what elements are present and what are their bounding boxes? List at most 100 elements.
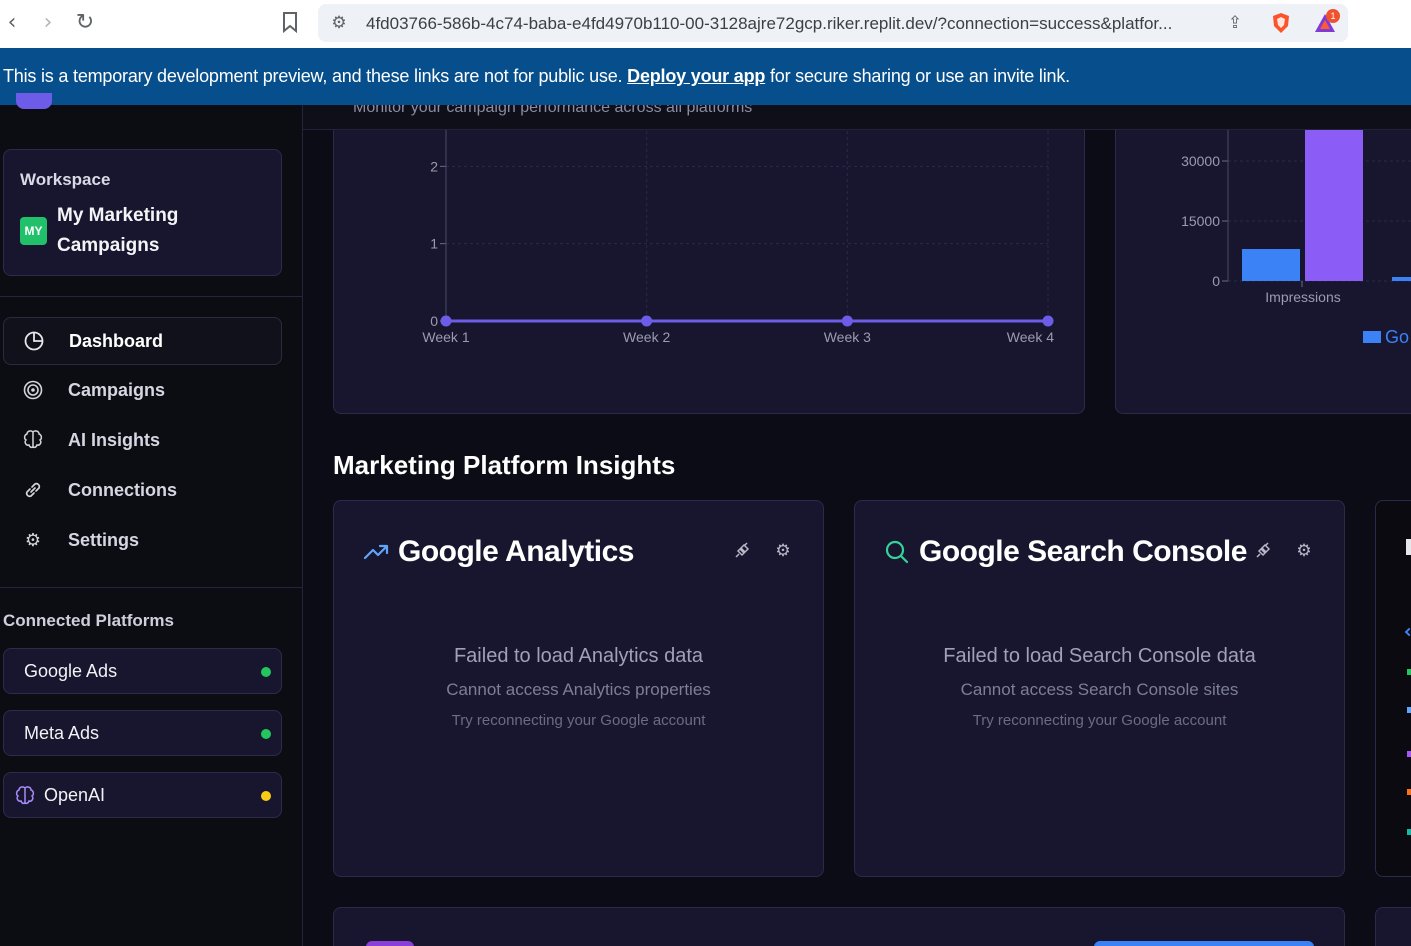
gear-icon[interactable]: ⚙ (772, 540, 794, 562)
y-tick-label: 2 (430, 158, 438, 174)
banner-text: This is a temporary development preview,… (3, 66, 628, 86)
browser-toolbar: ‹ › ↻ ⚙ 4fd03766-586b-4c74-baba-e4fd4970… (0, 0, 1411, 48)
sidebar-divider (0, 587, 302, 588)
indicator-icon (1407, 707, 1411, 713)
x-tick-label: Week 2 (623, 329, 670, 345)
indicator-icon (1407, 669, 1411, 675)
trending-up-icon (362, 539, 390, 567)
status-dot (261, 791, 271, 801)
sidebar-item-label: Connections (68, 480, 178, 500)
card-icon-badge (366, 941, 414, 946)
sidebar-divider (0, 296, 302, 297)
sidebar-item-label: AI Insights (68, 430, 161, 450)
y-tick-label: 1 (430, 236, 438, 252)
chevron-icon (1404, 627, 1411, 637)
bar (1392, 277, 1411, 281)
y-tick-label: 0 (430, 313, 438, 329)
third-insight-card (1375, 500, 1411, 877)
reconnect-plug-icon[interactable] (1253, 540, 1275, 562)
error-detail: Cannot access Analytics properties (446, 680, 711, 699)
google-analytics-card: Google Analytics ⚙ Failed to load Analyt… (333, 500, 824, 877)
banner-text-end: for secure sharing or use an invite link… (765, 66, 1070, 86)
y-tick-label: 15000 (1181, 213, 1220, 229)
workspace-selector[interactable]: Workspace MY My Marketing Campaigns (3, 149, 282, 276)
bottom-card (333, 907, 1345, 946)
platform-openai[interactable]: OpenAI (3, 772, 282, 818)
platform-google-ads[interactable]: Google Ads (3, 648, 282, 694)
workspace-name: My Marketing Campaigns (57, 205, 179, 256)
dev-preview-banner: This is a temporary development preview,… (0, 48, 1411, 105)
app-logo (16, 93, 52, 109)
status-dot (261, 667, 271, 677)
url-text: 4fd03766-586b-4c74-baba-e4fd4970b110-00-… (366, 14, 1173, 33)
card-title: Google Analytics (398, 535, 634, 568)
x-tick-label: Week 1 (422, 329, 469, 345)
link-icon (21, 479, 45, 503)
card-title-fragment (1406, 539, 1411, 555)
platform-bar-chart-card: 0 15000 30000 Impressions Go (1115, 130, 1411, 414)
indicator-icon (1407, 789, 1411, 795)
target-icon (21, 379, 45, 403)
data-point (641, 315, 653, 327)
error-message: Failed to load Analytics data (453, 645, 704, 667)
line-chart: 0123Week 1Week 2Week 3Week 4 (422, 130, 1054, 345)
x-tick-label: Week 4 (1007, 329, 1054, 345)
sidebar-item-settings[interactable]: ⚙ Settings (3, 517, 282, 565)
page-header: Monitor your campaign performance across… (303, 105, 1411, 130)
indicator-icon (1407, 829, 1411, 835)
workspace-avatar: MY (20, 217, 47, 245)
page-subtitle: Monitor your campaign performance across… (353, 105, 753, 116)
sidebar-item-connections[interactable]: Connections (3, 467, 282, 515)
data-point (440, 315, 452, 327)
x-tick-label: Impressions (1265, 289, 1340, 305)
y-tick-label: 0 (1212, 273, 1220, 289)
status-dot (261, 729, 271, 739)
platform-label: Meta Ads (24, 723, 100, 743)
section-title: Marketing Platform Insights (333, 450, 676, 480)
legend-swatch (1363, 331, 1381, 343)
gear-icon: ⚙ (24, 530, 42, 551)
notification-badge: 1 (1326, 9, 1340, 23)
site-settings-icon[interactable]: ⚙ (328, 12, 350, 34)
bar-chart: 0 15000 30000 Impressions Go (1181, 130, 1411, 347)
main-content: 0123Week 1Week 2Week 3Week 4 01500030000… (303, 130, 1411, 946)
search-icon (883, 539, 911, 567)
error-hint: Try reconnecting your Google account (972, 712, 1227, 729)
sidebar-item-campaigns[interactable]: Campaigns (3, 367, 282, 415)
sidebar: Workspace MY My Marketing Campaigns Dash… (0, 93, 303, 946)
forward-icon[interactable]: › (36, 11, 60, 35)
connected-platforms-title: Connected Platforms (3, 611, 174, 630)
google-search-console-card: Google Search Console ⚙ Failed to load S… (854, 500, 1345, 877)
data-point (1042, 315, 1054, 327)
brain-icon (14, 785, 36, 807)
error-detail: Cannot access Search Console sites (960, 680, 1239, 699)
data-point (841, 315, 853, 327)
platform-meta-ads[interactable]: Meta Ads (3, 710, 282, 756)
performance-line-chart-card: 0123Week 1Week 2Week 3Week 4 (333, 130, 1085, 414)
y-tick-label: 30000 (1181, 153, 1220, 169)
reload-icon[interactable]: ↻ (73, 11, 97, 35)
brave-shield-icon[interactable] (1270, 12, 1292, 34)
gear-icon[interactable]: ⚙ (1293, 540, 1315, 562)
deploy-link[interactable]: Deploy your app (627, 66, 765, 86)
reconnect-plug-icon[interactable] (732, 540, 754, 562)
sidebar-item-dashboard[interactable]: Dashboard (3, 317, 282, 365)
bar (1305, 130, 1363, 281)
sidebar-item-ai-insights[interactable]: AI Insights (3, 417, 282, 465)
card-title: Google Search Console (919, 535, 1247, 568)
brain-icon (21, 429, 45, 453)
sidebar-item-label: Dashboard (69, 331, 164, 351)
x-tick-label: Week 3 (824, 329, 871, 345)
bookmark-icon[interactable] (278, 11, 302, 35)
back-icon[interactable]: ‹ (0, 11, 24, 35)
workspace-label: Workspace (20, 170, 111, 189)
platform-label: Google Ads (24, 661, 118, 681)
address-bar[interactable]: ⚙ 4fd03766-586b-4c74-baba-e4fd4970b110-0… (318, 4, 1348, 42)
pie-chart-icon (22, 330, 46, 354)
sidebar-item-label: Settings (68, 530, 140, 550)
bottom-card-right (1375, 907, 1411, 946)
share-icon[interactable]: ⇪ (1224, 12, 1246, 34)
action-button[interactable] (1094, 941, 1314, 946)
indicator-icon (1407, 751, 1411, 757)
error-hint: Try reconnecting your Google account (451, 712, 706, 729)
